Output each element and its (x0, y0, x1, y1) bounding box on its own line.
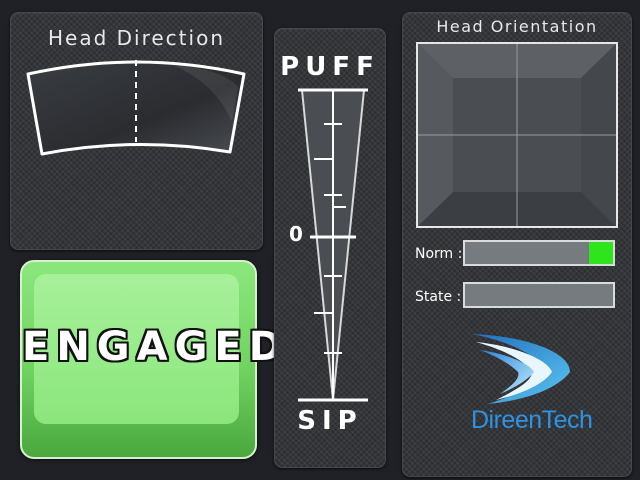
orientation-display (416, 42, 618, 228)
zero-label: 0 (289, 222, 303, 246)
state-field (463, 282, 615, 308)
engaged-button[interactable]: ENGAGED (20, 260, 289, 459)
engaged-button-label: ENGAGED (22, 324, 289, 370)
brand-name: DireenTech (471, 406, 593, 434)
state-label: State : (415, 289, 462, 305)
head-orientation-title: Head Orientation (436, 17, 598, 36)
norm-label: Norm : (415, 246, 463, 262)
swoosh-logo-icon (472, 334, 570, 404)
puff-sip-gauge (298, 88, 368, 402)
norm-status-indicator (589, 242, 613, 264)
head-direction-gauge (26, 60, 246, 156)
norm-field (463, 240, 615, 266)
